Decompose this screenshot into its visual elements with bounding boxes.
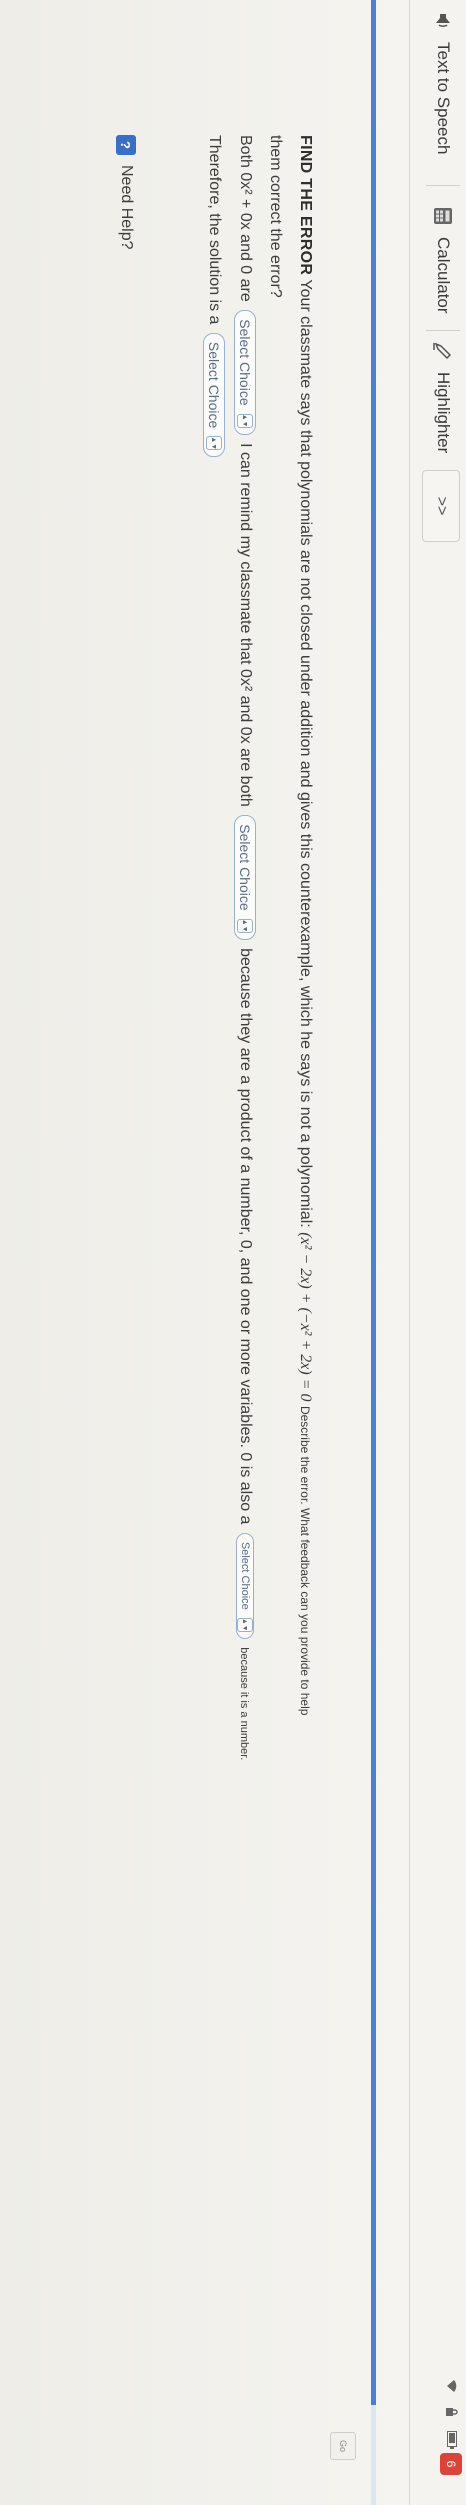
question-line-3: Both 0x² + 0x and 0 are Select Choice ▲▼… bbox=[233, 135, 256, 2405]
calculator-icon bbox=[432, 205, 454, 227]
select-caret-icon: ▲▼ bbox=[205, 436, 222, 451]
text-to-speech-label: Text to Speech bbox=[434, 42, 453, 155]
question-expression: (x² − 2x) + (−x² + 2x) = 0 bbox=[297, 1232, 314, 1402]
side-tab[interactable]: Go bbox=[330, 2432, 356, 2460]
calculator-button[interactable]: Calculator bbox=[428, 205, 458, 314]
answer-text-b: I can remind my classmate that 0x² and 0… bbox=[236, 443, 254, 807]
answer-text-c: because they are a product of a number, … bbox=[236, 948, 254, 1525]
calculator-label: Calculator bbox=[434, 237, 453, 314]
more-tools-label: >> bbox=[433, 496, 450, 516]
highlighter-pen-icon bbox=[432, 340, 454, 362]
toolbar-divider bbox=[426, 185, 460, 186]
question-line-1: FIND THE ERROR Your classmate says that … bbox=[294, 135, 316, 2405]
select-choice-label: Select Choice bbox=[237, 319, 253, 406]
toolbar-divider bbox=[426, 330, 460, 331]
highlighter-button[interactable]: Highlighter bbox=[428, 340, 458, 453]
select-choice-dropdown-3[interactable]: Select Choice ▲▼ bbox=[236, 1532, 254, 1639]
speaker-icon bbox=[432, 10, 454, 32]
wifi-icon bbox=[443, 2379, 458, 2393]
question-line-2: them correct the error? bbox=[264, 135, 286, 2405]
screen: Text to Speech Calculator Highlighter >> bbox=[0, 0, 466, 2505]
help-icon: ? bbox=[116, 135, 136, 155]
answer-text-a: Both 0x² + 0x and 0 are bbox=[236, 135, 254, 302]
progress-bar bbox=[371, 0, 376, 2505]
select-caret-icon: ▲▼ bbox=[237, 918, 253, 933]
question-prompt-end: Describe the error. What feedback can yo… bbox=[298, 1405, 312, 1716]
answer-text-e: Therefore, the solution is a bbox=[205, 135, 223, 325]
question-prompt: Your classmate says that polynomials are… bbox=[297, 279, 314, 1228]
alert-badge[interactable]: 6 bbox=[440, 2453, 462, 2475]
select-choice-label: Select Choice bbox=[237, 824, 253, 911]
select-choice-label: Select Choice bbox=[239, 1541, 251, 1610]
highlighter-label: Highlighter bbox=[434, 372, 453, 454]
need-help-label: Need Help? bbox=[118, 165, 135, 250]
select-choice-dropdown-4[interactable]: Select Choice ▲▼ bbox=[202, 332, 225, 458]
lock-icon bbox=[443, 2407, 458, 2417]
answer-text-d: because it is a number. bbox=[237, 1647, 250, 1761]
progress-fill bbox=[371, 0, 376, 2405]
select-choice-label: Select Choice bbox=[205, 341, 222, 429]
toolbar: Text to Speech Calculator Highlighter >> bbox=[409, 0, 466, 2505]
more-tools-button[interactable]: >> bbox=[422, 470, 460, 542]
select-caret-icon: ▲▼ bbox=[237, 413, 253, 428]
question-heading: FIND THE ERROR bbox=[297, 135, 314, 276]
need-help-button[interactable]: ? Need Help? bbox=[116, 135, 136, 250]
battery-icon bbox=[444, 2431, 457, 2449]
question-prompt-line2: them correct the error? bbox=[267, 135, 284, 298]
select-choice-dropdown-2[interactable]: Select Choice ▲▼ bbox=[234, 815, 256, 940]
select-choice-dropdown-1[interactable]: Select Choice ▲▼ bbox=[234, 310, 256, 435]
question-area: FIND THE ERROR Your classmate says that … bbox=[195, 135, 316, 2405]
text-to-speech-button[interactable]: Text to Speech bbox=[428, 10, 458, 154]
question-line-4: Therefore, the solution is a Select Choi… bbox=[202, 135, 225, 2405]
select-caret-icon: ▲▼ bbox=[237, 1617, 253, 1632]
